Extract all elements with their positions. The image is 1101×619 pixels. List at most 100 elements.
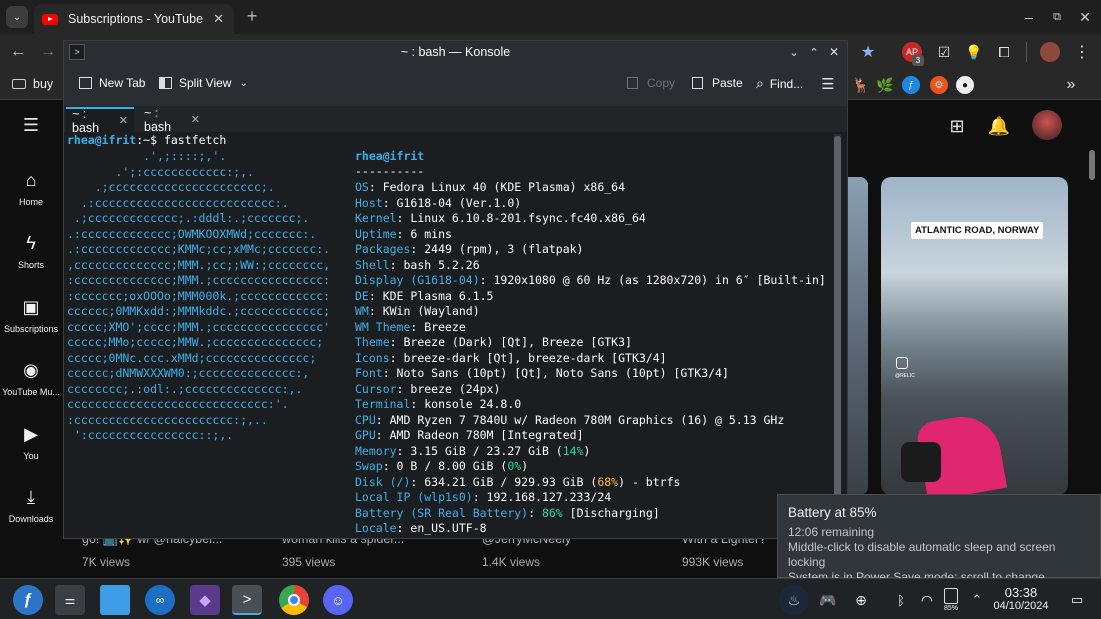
bookmark-star-icon[interactable]: ★ — [858, 42, 878, 62]
battery-hint: Middle-click to disable automatic sleep … — [788, 540, 1056, 569]
konsole-title: ~ : bash — Konsole — [400, 45, 511, 59]
gamepad-tray-icon[interactable]: 🎮 — [813, 585, 843, 615]
tab-close-icon[interactable]: ✕ — [213, 11, 224, 27]
fetch-key: Terminal — [355, 397, 411, 411]
konsole-minimize-icon[interactable]: ⌄ — [786, 43, 802, 61]
chrome-menu-icon[interactable]: ⋮ — [1072, 42, 1092, 62]
konsole-maximize-icon[interactable]: ⌃ — [806, 43, 822, 61]
terminal-scrollbar-thumb[interactable] — [834, 136, 841, 531]
create-video-icon[interactable]: ⊞ — [946, 116, 968, 136]
extension-bulb-icon[interactable]: 💡 — [964, 42, 984, 62]
back-arrow-icon[interactable]: ← — [8, 42, 28, 62]
chrome-taskbar-icon[interactable] — [279, 585, 309, 615]
fetch-header: rhea@ifrit — [355, 149, 425, 163]
sidebar-item-home[interactable]: ⌂ Home — [0, 170, 62, 207]
copy-icon — [627, 77, 638, 89]
extension-task-icon[interactable]: ☑ — [934, 42, 954, 62]
bookmark-github-icon[interactable]: ● — [956, 76, 974, 94]
notifications-bell-icon[interactable]: 🔔 — [988, 116, 1010, 136]
bookmark-label: buy — [33, 77, 54, 91]
fetch-info-row: GPU: AMD Radeon 780M [Integrated] — [355, 428, 584, 442]
fetch-info-row: Display (G1618-04): 1920x1080 @ 60 Hz (a… — [355, 273, 826, 287]
system-settings-icon[interactable]: ⚌ — [55, 585, 85, 615]
fetch-info-row: Kernel: Linux 6.10.8-201.fsync.fc40.x86_… — [355, 211, 646, 225]
konsole-tab-1[interactable]: ~ : bash ✕ — [66, 107, 134, 135]
sidebar-item-youtube-music[interactable]: ◉ YouTube Mu... — [0, 360, 62, 397]
fetch-info-row: Disk (/): 634.21 GiB / 929.93 GiB (68%) … — [355, 474, 681, 489]
fedora-launcher-icon[interactable]: ƒ — [13, 585, 43, 615]
youtube-avatar[interactable] — [1032, 110, 1062, 140]
bookmark-gear-icon[interactable]: ⚙ — [930, 76, 948, 94]
forward-arrow-icon[interactable]: → — [38, 42, 58, 62]
split-view-button[interactable]: Split View ⌄ — [159, 76, 248, 90]
bookmark-tree-icon[interactable]: 🌿 — [876, 76, 894, 94]
tray-expand-chevron-icon[interactable]: ⌃ — [962, 585, 992, 615]
bookmark-antlers-icon[interactable]: 🦌 — [852, 76, 870, 94]
fetch-key: Locale — [355, 521, 397, 535]
search-icon: ⌕ — [756, 75, 764, 91]
nextcloud-icon[interactable]: ∞ — [145, 585, 175, 615]
discord-icon[interactable]: ☺ — [323, 585, 353, 615]
page-scrollbar[interactable] — [1089, 150, 1095, 180]
konsole-menu-icon[interactable]: ☰ — [819, 75, 837, 93]
shorts-thumbnail-atlantic-road[interactable]: ATLANTIC ROAD, NORWAY @RELIC — [881, 177, 1068, 495]
konsole-tab-close-icon[interactable]: ✕ — [191, 113, 200, 126]
fetch-key: Kernel — [355, 211, 397, 225]
profile-avatar[interactable] — [1040, 42, 1060, 62]
fetch-info-row: Terminal: konsole 24.8.0 — [355, 397, 522, 411]
konsole-tab-2[interactable]: ~ : bash ✕ — [138, 106, 206, 134]
new-tab-button[interactable]: New Tab — [79, 76, 145, 90]
bookmark-fedora-icon[interactable]: ƒ — [902, 76, 920, 94]
show-desktop-icon[interactable]: ▭ — [1062, 585, 1092, 615]
subscriptions-icon: ▣ — [22, 297, 40, 317]
copy-button[interactable]: Copy — [627, 76, 675, 90]
hamburger-menu-icon[interactable]: ☰ — [20, 115, 42, 135]
bookmark-folder-buy[interactable]: buy — [12, 77, 53, 91]
minimize-icon[interactable]: – — [1020, 8, 1038, 26]
fetch-info-row: Swap: 0 B / 8.00 GiB (0%) — [355, 459, 529, 473]
extensions-puzzle-icon[interactable]: ⧠ — [994, 42, 1014, 62]
wifi-icon[interactable]: ◠ — [912, 585, 942, 615]
fetch-percent: 86% — [541, 505, 563, 520]
logo-line: ccccc;XMO';cccc;MMM.;cccccccccccccccc' — [67, 319, 331, 334]
konsole-close-icon[interactable]: ✕ — [826, 43, 842, 61]
find-button[interactable]: ⌕ Find... — [756, 75, 803, 92]
fetch-key: Swap — [355, 459, 383, 473]
restore-icon[interactable]: ⧉ — [1048, 8, 1066, 26]
fetch-key: Display (G1618-04) — [355, 273, 480, 287]
controller-tray-icon[interactable]: ⊕ — [846, 585, 876, 615]
fetch-info-row: WM Theme: Breeze — [355, 319, 466, 334]
window-close-icon[interactable]: ✕ — [1076, 8, 1094, 26]
browser-tab-youtube[interactable]: Subscriptions - YouTube ✕ — [34, 4, 234, 34]
logo-line: :ccccccccccccccccccccccc:;,.. — [67, 412, 268, 427]
fetch-info-row: Font: Noto Sans (10pt) [Qt], Noto Sans (… — [355, 366, 729, 380]
fetch-info-row: DE: KDE Plasma 6.1.5 — [355, 288, 494, 303]
battery-tooltip: Battery at 85% 12:06 remaining Middle-cl… — [777, 494, 1101, 584]
file-manager-icon[interactable] — [100, 585, 130, 615]
sidebar-item-subscriptions[interactable]: ▣ Subscriptions — [0, 297, 62, 334]
new-tab-plus-icon[interactable]: + — [242, 6, 262, 26]
paste-button[interactable]: Paste — [692, 76, 743, 90]
obsidian-icon[interactable]: ◆ — [190, 585, 220, 615]
sidebar-item-you[interactable]: ▶ You — [0, 424, 62, 461]
clock[interactable]: 03:38 04/10/2024 — [990, 585, 1052, 612]
konsole-tab-close-icon[interactable]: ✕ — [119, 114, 128, 127]
konsole-titlebar[interactable]: > ~ : bash — Konsole ⌄ ⌃ ✕ — [64, 41, 847, 64]
youtube-favicon-icon — [42, 13, 58, 25]
konsole-taskbar-icon[interactable]: > — [232, 585, 262, 615]
shorts-overlay-label: ATLANTIC ROAD, NORWAY — [911, 222, 1044, 239]
fetch-separator: ---------- — [355, 164, 425, 178]
split-view-chevron-icon: ⌄ — [239, 77, 248, 89]
fetch-info-row: Theme: Breeze (Dark) [Qt], Breeze [GTK3] — [355, 335, 632, 349]
steam-tray-icon[interactable]: ♨ — [779, 585, 809, 615]
battery-icon[interactable] — [944, 588, 958, 604]
bookmarks-overflow-icon[interactable]: » — [1062, 76, 1080, 94]
browser-tabstrip: ⌄ Subscriptions - YouTube ✕ + – ⧉ ✕ — [0, 0, 1101, 34]
short-views-2: 395 views — [282, 555, 336, 569]
sidebar-item-downloads[interactable]: ⤓ Downloads — [0, 487, 62, 524]
sidebar-item-shorts[interactable]: ϟ Shorts — [0, 233, 62, 270]
shorts-thumbnail-partial[interactable] — [848, 177, 868, 495]
tab-search-chevron-icon[interactable]: ⌄ — [6, 6, 28, 28]
fetch-info-row: Packages: 2449 (rpm), 3 (flatpak) — [355, 242, 584, 256]
terminal-output[interactable]: rhea@ifrit:~$ fastfetch .',;::::;,'. .';… — [64, 132, 832, 538]
